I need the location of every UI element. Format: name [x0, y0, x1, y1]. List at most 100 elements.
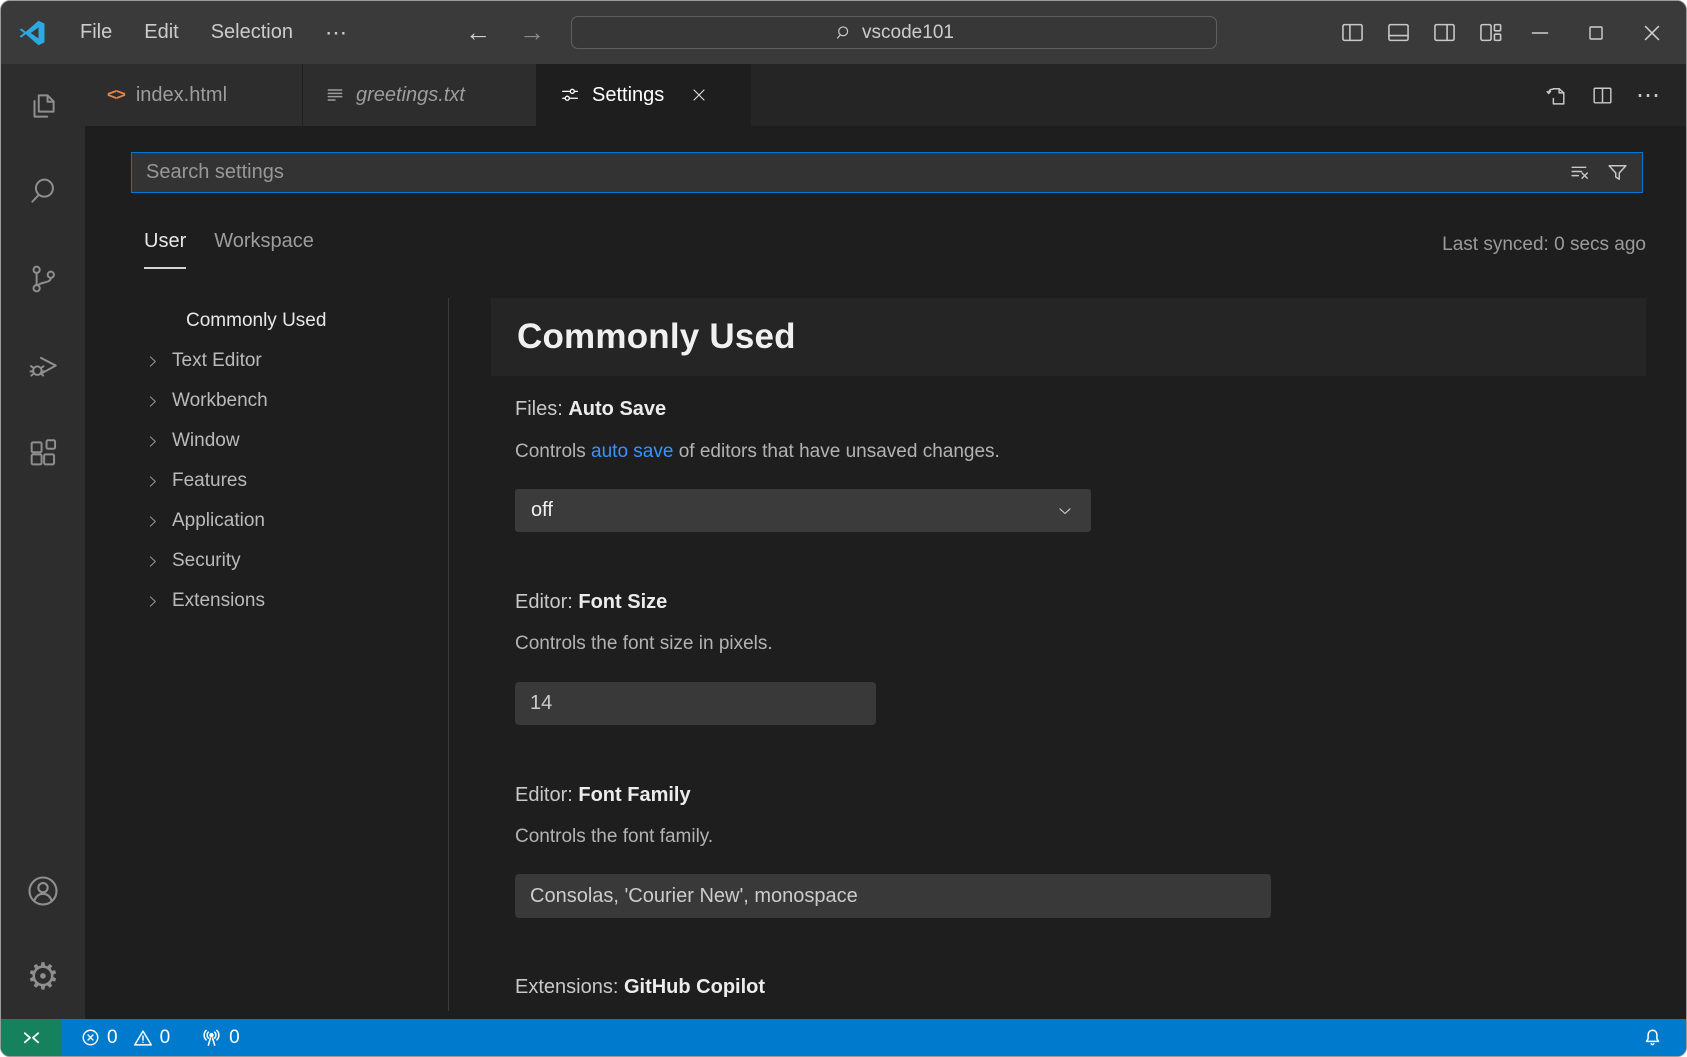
settings-section-heading: Commonly Used	[517, 317, 796, 357]
chevron-right-icon	[144, 473, 172, 490]
ports-indicator[interactable]: 0	[200, 1026, 240, 1049]
toc-item-window[interactable]: Window	[85, 421, 447, 461]
editor-tab-bar: <> index.html greetings.txt Settings	[85, 64, 1686, 126]
menu-overflow-ellipsis-icon[interactable]: ⋯	[325, 20, 349, 46]
search-box-actions	[1568, 160, 1642, 185]
chevron-right-icon	[144, 433, 172, 450]
search-icon[interactable]	[19, 167, 67, 215]
customize-layout-icon[interactable]	[1477, 19, 1504, 46]
auto-save-select-value: off	[531, 499, 553, 522]
chevron-right-icon	[144, 553, 172, 570]
chevron-right-icon	[144, 393, 172, 410]
vscode-window: File Edit Selection ⋯ ← → vscode101	[0, 0, 1687, 1057]
status-bar: 0 0 0	[1, 1019, 1686, 1056]
toggle-panel-icon[interactable]	[1385, 19, 1412, 46]
source-control-icon[interactable]	[19, 255, 67, 303]
toc-item-application[interactable]: Application	[85, 501, 447, 541]
font-family-input[interactable]	[515, 874, 1271, 918]
activity-bar: ⚙	[1, 64, 85, 1019]
titlebar: File Edit Selection ⋯ ← → vscode101	[1, 1, 1686, 64]
toc-item-extensions[interactable]: Extensions	[85, 581, 447, 621]
account-icon[interactable]	[19, 867, 67, 915]
menu-edit[interactable]: Edit	[144, 21, 178, 44]
error-circle-icon	[80, 1027, 101, 1048]
font-size-input[interactable]	[515, 682, 876, 725]
chevron-right-icon	[144, 513, 172, 530]
editor-actions: ⋯	[1544, 64, 1662, 126]
settings-sliders-icon	[559, 84, 581, 106]
chevron-right-icon	[144, 593, 172, 610]
more-actions-ellipsis-icon[interactable]: ⋯	[1636, 81, 1662, 110]
tab-index-html[interactable]: <> index.html	[85, 64, 303, 126]
explorer-icon[interactable]	[19, 82, 67, 130]
problems-indicator[interactable]: 0 0	[80, 1027, 170, 1049]
menu-selection[interactable]: Selection	[211, 21, 293, 44]
text-file-icon	[325, 85, 345, 105]
scope-tab-workspace[interactable]: Workspace	[214, 230, 314, 269]
run-debug-icon[interactable]	[19, 341, 67, 389]
settings-editor: User Workspace Last synced: 0 secs ago C…	[85, 126, 1686, 1019]
window-controls	[1525, 1, 1667, 64]
error-count: 0	[107, 1027, 118, 1049]
settings-toc: Commonly Used Text Editor Workbench Wind…	[85, 301, 447, 621]
scope-tab-user[interactable]: User	[144, 230, 186, 269]
close-tab-icon[interactable]	[689, 85, 709, 105]
setting-title-extensions-github-copilot: Extensions: GitHub Copilot	[515, 976, 765, 999]
toc-item-security[interactable]: Security	[85, 541, 447, 581]
radio-tower-icon	[200, 1026, 223, 1049]
setting-title-editor-font-family: Editor: Font Family	[515, 784, 691, 807]
close-button[interactable]	[1637, 18, 1667, 48]
ports-count: 0	[229, 1027, 240, 1049]
filter-funnel-icon[interactable]	[1605, 160, 1630, 185]
settings-search-box	[131, 152, 1643, 193]
chevron-right-icon	[144, 353, 172, 370]
settings-scope-tabs: User Workspace	[144, 230, 314, 269]
setting-description: Controls the font size in pixels.	[515, 633, 773, 655]
warning-triangle-icon	[132, 1027, 154, 1049]
toc-item-commonly-used[interactable]: Commonly Used	[85, 301, 447, 341]
command-center[interactable]: vscode101	[571, 16, 1217, 49]
remote-brackets-icon	[20, 1026, 43, 1049]
back-arrow-icon[interactable]: ←	[463, 17, 493, 48]
history-navigation: ← →	[463, 1, 547, 64]
command-center-label: vscode101	[862, 22, 954, 44]
toc-item-text-editor[interactable]: Text Editor	[85, 341, 447, 381]
search-icon	[834, 23, 854, 43]
menubar: File Edit Selection ⋯	[80, 1, 349, 64]
open-settings-json-icon[interactable]	[1544, 83, 1569, 108]
tab-label: index.html	[136, 84, 227, 107]
auto-save-select[interactable]: off	[515, 489, 1091, 532]
auto-save-link[interactable]: auto save	[591, 441, 673, 462]
settings-gear-icon[interactable]: ⚙	[19, 952, 67, 1000]
split-editor-icon[interactable]	[1590, 83, 1615, 108]
section-heading-band: Commonly Used	[491, 298, 1646, 376]
tab-settings[interactable]: Settings	[537, 64, 751, 126]
toggle-secondary-sidebar-icon[interactable]	[1431, 19, 1458, 46]
layout-controls	[1339, 1, 1504, 64]
maximize-button[interactable]	[1581, 18, 1611, 48]
menu-file[interactable]: File	[80, 21, 112, 44]
tab-label: Settings	[592, 84, 664, 107]
last-synced-label: Last synced: 0 secs ago	[1442, 234, 1646, 256]
toggle-primary-sidebar-icon[interactable]	[1339, 19, 1366, 46]
notifications-bell[interactable]	[1641, 1026, 1664, 1049]
setting-description: Controls auto save of editors that have …	[515, 441, 1000, 463]
warning-count: 0	[160, 1027, 171, 1049]
setting-title-editor-font-size: Editor: Font Size	[515, 591, 667, 614]
remote-indicator[interactable]	[1, 1019, 62, 1056]
tab-label: greetings.txt	[356, 84, 465, 107]
toc-item-features[interactable]: Features	[85, 461, 447, 501]
toc-divider	[448, 298, 449, 1011]
forward-arrow-icon[interactable]: →	[517, 17, 547, 48]
setting-title-files-auto-save: Files: Auto Save	[515, 398, 666, 421]
settings-search-input[interactable]	[132, 161, 1568, 184]
setting-description: Controls the font family.	[515, 826, 713, 848]
extensions-icon[interactable]	[19, 429, 67, 477]
chevron-down-icon	[1055, 501, 1075, 521]
html-file-icon: <>	[107, 85, 125, 105]
clear-search-icon[interactable]	[1568, 160, 1593, 185]
tab-greetings-txt[interactable]: greetings.txt	[303, 64, 537, 126]
toc-item-workbench[interactable]: Workbench	[85, 381, 447, 421]
bell-icon	[1641, 1026, 1664, 1049]
minimize-button[interactable]	[1525, 18, 1555, 48]
